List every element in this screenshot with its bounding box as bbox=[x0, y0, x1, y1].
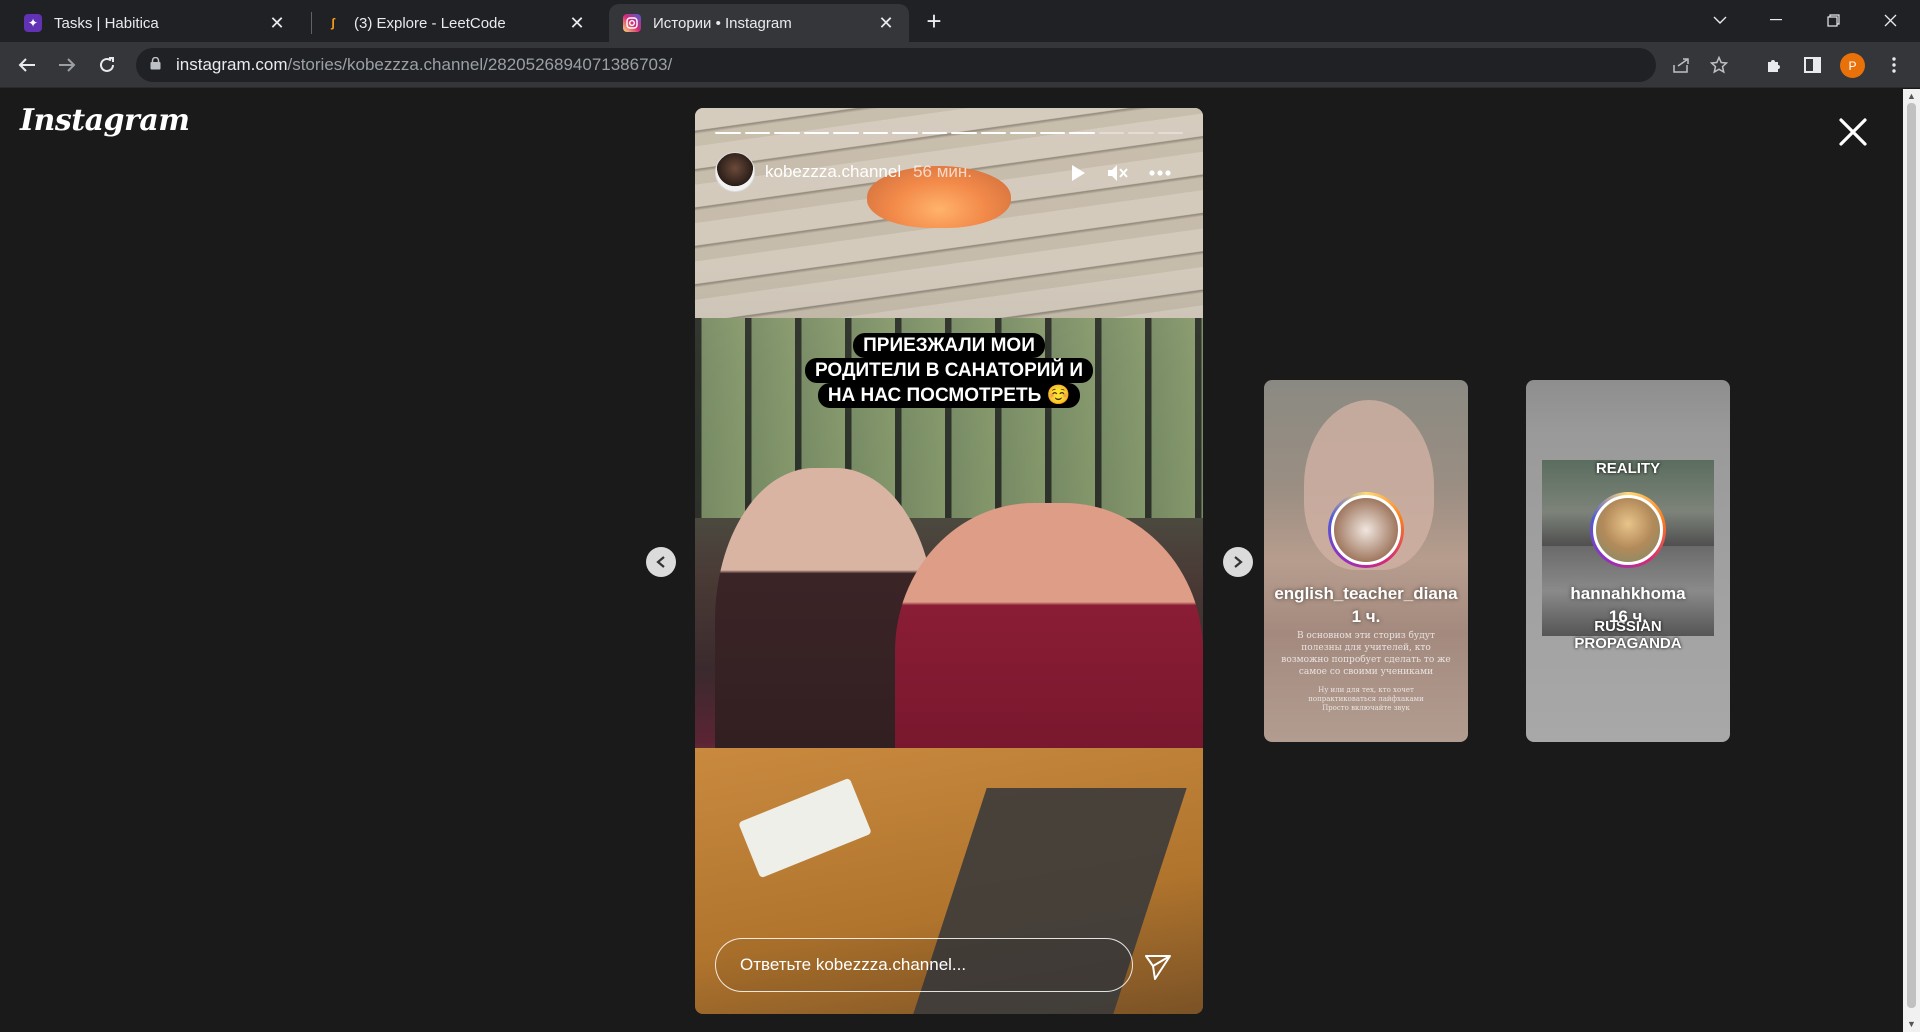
preview-text-line: попрактиковаться лайфхаками bbox=[1308, 695, 1424, 703]
profile-avatar[interactable]: P bbox=[1840, 53, 1865, 78]
progress-segment bbox=[774, 132, 800, 134]
more-options-icon[interactable] bbox=[1147, 160, 1173, 186]
progress-segment bbox=[1128, 132, 1154, 134]
preview-username: hannahkhoma bbox=[1570, 584, 1686, 603]
reload-button[interactable] bbox=[92, 50, 122, 80]
address-bar[interactable]: instagram.com/stories/kobezzza.channel/2… bbox=[136, 48, 1728, 82]
progress-segment bbox=[1157, 132, 1183, 134]
story-caption: ПРИЕЗЖАЛИ МОИ РОДИТЕЛИ В САНАТОРИЙ И НА … bbox=[695, 333, 1203, 408]
preview-text-line: возможно попробует сделать то же bbox=[1281, 655, 1451, 665]
preview-text-line: самое со своими учениками bbox=[1298, 667, 1434, 677]
forward-button[interactable] bbox=[52, 50, 82, 80]
lock-icon bbox=[150, 56, 164, 73]
share-icon[interactable] bbox=[1668, 52, 1694, 78]
page-scrollbar[interactable]: ▲ ▼ bbox=[1903, 89, 1920, 1032]
habitica-icon: ✦ bbox=[24, 14, 42, 32]
preview-avatar[interactable] bbox=[1590, 492, 1666, 568]
preview-caption-top: REALITY bbox=[1595, 460, 1661, 477]
story-preview-english-teacher-diana[interactable]: english_teacher_diana 1 ч. В основном эт… bbox=[1264, 380, 1468, 742]
scrollbar-thumb[interactable] bbox=[1907, 103, 1916, 1008]
preview-text-line: полезны для учителей, кто bbox=[1301, 643, 1431, 653]
side-panel-icon[interactable] bbox=[1798, 51, 1826, 79]
tab-habitica[interactable]: ✦ Tasks | Habitica ✕ bbox=[0, 4, 300, 42]
browser-tab-strip: ✦ Tasks | Habitica ✕ ʃ (3) Explore - Lee… bbox=[0, 0, 1920, 42]
story-username[interactable]: kobezzza.channel bbox=[765, 162, 901, 182]
mute-icon[interactable] bbox=[1105, 160, 1131, 186]
close-stories-icon[interactable] bbox=[1836, 115, 1870, 149]
preview-avatar[interactable] bbox=[1328, 492, 1404, 568]
preview-timestamp: 16 ч. bbox=[1608, 607, 1648, 626]
progress-segment bbox=[1010, 132, 1036, 134]
url-path: /stories/kobezzza.channel/28205268940713… bbox=[287, 55, 673, 74]
leetcode-icon: ʃ bbox=[331, 16, 335, 30]
close-tab-icon[interactable]: ✕ bbox=[266, 12, 288, 34]
preview-story-text: В основном эти сториз будут полезны для … bbox=[1274, 630, 1458, 713]
progress-segment bbox=[980, 132, 1006, 134]
bookmark-star-icon[interactable] bbox=[1706, 52, 1732, 78]
tab-instagram[interactable]: Истории • Instagram ✕ bbox=[609, 4, 909, 42]
play-icon[interactable] bbox=[1065, 160, 1091, 186]
progress-segment bbox=[1039, 132, 1065, 134]
chevron-left-icon bbox=[656, 556, 665, 568]
preview-text-gap bbox=[1274, 678, 1458, 686]
progress-segment bbox=[744, 132, 770, 134]
progress-segment bbox=[862, 132, 888, 134]
close-window-button[interactable] bbox=[1870, 6, 1910, 34]
progress-segment bbox=[951, 132, 977, 134]
progress-segment bbox=[833, 132, 859, 134]
stories-page: Instagram kobezzza.channel 56 мин. ПРИЕЗ… bbox=[0, 89, 1903, 1032]
reply-input[interactable]: Ответьте kobezzza.channel... bbox=[715, 938, 1133, 992]
active-story[interactable]: kobezzza.channel 56 мин. ПРИЕЗЖАЛИ МОИ Р… bbox=[695, 108, 1203, 1014]
send-icon[interactable] bbox=[1143, 951, 1173, 981]
caption-line: ПРИЕЗЖАЛИ МОИ bbox=[853, 333, 1045, 358]
extensions-icon[interactable] bbox=[1760, 51, 1788, 79]
close-tab-icon[interactable]: ✕ bbox=[566, 12, 588, 34]
scroll-up-arrow-icon[interactable]: ▲ bbox=[1907, 91, 1916, 101]
previous-story-button[interactable] bbox=[646, 547, 676, 577]
tab-title: Истории • Instagram bbox=[653, 14, 792, 32]
preview-text-line: Ну или для тех, кто хочет bbox=[1318, 686, 1414, 694]
preview-timestamp: 1 ч. bbox=[1351, 607, 1381, 626]
tab-title: Tasks | Habitica bbox=[54, 14, 159, 32]
story-progress-bar bbox=[715, 132, 1183, 134]
progress-segment bbox=[892, 132, 918, 134]
caption-line: РОДИТЕЛИ В САНАТОРИЙ И bbox=[805, 358, 1093, 383]
progress-segment bbox=[1069, 132, 1095, 134]
url-host: instagram.com bbox=[176, 55, 288, 74]
menu-kebab-icon[interactable] bbox=[1880, 51, 1908, 79]
caption-line: НА НАС ПОСМОТРЕТЬ ☺️ bbox=[817, 383, 1081, 408]
preview-username: english_teacher_diana bbox=[1274, 584, 1458, 603]
next-story-button[interactable] bbox=[1223, 547, 1253, 577]
minimize-button[interactable] bbox=[1756, 6, 1796, 34]
progress-segment bbox=[1098, 132, 1124, 134]
progress-segment bbox=[803, 132, 829, 134]
story-header: kobezzza.channel 56 мин. bbox=[715, 152, 1183, 192]
close-tab-icon[interactable]: ✕ bbox=[875, 12, 897, 34]
preview-text-line: В основном эти сториз будут bbox=[1296, 631, 1436, 641]
progress-segment bbox=[715, 132, 741, 134]
chevron-right-icon bbox=[1234, 556, 1243, 568]
restore-button[interactable] bbox=[1813, 6, 1853, 34]
tab-title: (3) Explore - LeetCode bbox=[354, 14, 506, 32]
back-button[interactable] bbox=[12, 50, 42, 80]
preview-text-line: Просто включайте звук bbox=[1322, 704, 1410, 712]
story-preview-hannahkhoma[interactable]: REALITY RUSSIAN PROPAGANDA hannahkhoma 1… bbox=[1526, 380, 1730, 742]
new-tab-button[interactable]: + bbox=[920, 8, 948, 36]
tab-search-icon[interactable] bbox=[1700, 6, 1740, 34]
browser-toolbar: instagram.com/stories/kobezzza.channel/2… bbox=[0, 42, 1920, 88]
tab-leetcode[interactable]: ʃ (3) Explore - LeetCode ✕ bbox=[300, 4, 600, 42]
instagram-logo[interactable]: Instagram bbox=[20, 103, 190, 138]
story-timestamp: 56 мин. bbox=[913, 162, 973, 181]
instagram-icon bbox=[623, 14, 641, 32]
progress-segment bbox=[921, 132, 947, 134]
scroll-down-arrow-icon[interactable]: ▼ bbox=[1907, 1019, 1916, 1029]
story-user-avatar[interactable] bbox=[715, 152, 755, 192]
